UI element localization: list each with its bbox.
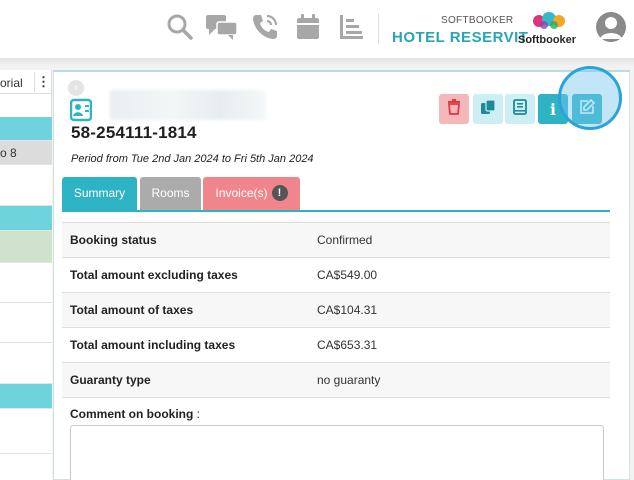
comment-textarea[interactable] [70, 425, 604, 480]
table-row: Guaranty type no guaranty [62, 362, 610, 398]
left-panel-row[interactable] [0, 231, 52, 263]
delete-booking-button[interactable] [439, 94, 469, 124]
comment-label-suffix: : [193, 407, 200, 421]
booking-summary-table: Booking status Confirmed Total amount ex… [62, 222, 610, 398]
detail-value: CA$653.31 [309, 327, 610, 363]
top-bar: SOFTBOOKER HOTEL RESERVIT Softbooker [0, 0, 634, 58]
chat-icon[interactable] [205, 10, 239, 44]
detail-label: Total amount of taxes [62, 292, 309, 328]
table-row: Total amount of taxes CA$104.31 [62, 292, 610, 328]
tab-rooms[interactable]: Rooms [140, 177, 201, 210]
left-panel: orial ⋮ o 8 [0, 70, 52, 480]
edit-booking-button[interactable] [572, 94, 602, 124]
tab-summary[interactable]: Summary [62, 177, 137, 210]
tab-invoices[interactable]: Invoice(s)! [203, 177, 300, 210]
calendar-icon[interactable] [291, 10, 325, 44]
left-panel-row[interactable] [0, 454, 52, 480]
comment-label-text: Comment on booking [70, 407, 194, 421]
guest-name-redacted [110, 90, 266, 120]
left-panel-row[interactable] [0, 263, 52, 303]
detail-value: no guaranty [309, 362, 610, 398]
brand-small-label: SOFTBOOKER [441, 15, 514, 26]
search-icon[interactable] [163, 10, 197, 44]
left-panel-header: orial ⋮ [0, 70, 52, 94]
detail-label: Booking status [62, 222, 309, 258]
booking-notes-button[interactable] [505, 94, 535, 124]
collapse-panel-icon[interactable]: › [68, 80, 84, 96]
header-shadow [0, 58, 634, 66]
booking-number: 58-254111-1814 [71, 123, 197, 142]
left-panel-row[interactable] [0, 165, 52, 206]
left-panel-row[interactable]: o 8 [0, 141, 52, 165]
user-avatar-icon[interactable] [596, 12, 626, 42]
left-panel-row[interactable] [0, 117, 52, 141]
tab-invoices-label: Invoice(s) [215, 186, 268, 200]
booking-period: Period from Tue 2nd Jan 2024 to Fri 5th … [71, 153, 314, 165]
table-row: Booking status Confirmed [62, 222, 610, 258]
booking-tabs: Summary Rooms Invoice(s)! [62, 176, 610, 212]
detail-label: Total amount including taxes [62, 327, 309, 363]
left-panel-row[interactable] [0, 384, 52, 409]
logo-text: Softbooker [518, 34, 577, 46]
header-divider [378, 14, 379, 44]
softbooker-logo: Softbooker [518, 12, 580, 48]
copy-booking-button[interactable] [473, 94, 503, 124]
trash-icon [447, 98, 461, 120]
detail-label: Guaranty type [62, 362, 309, 398]
booking-panel: › 58-254111-1814 Period from Tue 2nd Jan… [53, 66, 630, 480]
left-panel-row[interactable] [0, 206, 52, 231]
detail-value: Confirmed [309, 222, 610, 258]
left-panel-row[interactable] [0, 303, 52, 343]
left-panel-row-text: o 8 [0, 146, 17, 160]
table-row: Total amount including taxes CA$653.31 [62, 327, 610, 363]
booking-card-icon [69, 98, 93, 122]
kebab-menu-icon[interactable]: ⋮ [34, 72, 52, 92]
left-panel-row[interactable] [0, 343, 52, 384]
table-row: Total amount excluding taxes CA$549.00 [62, 257, 610, 293]
edit-icon [579, 98, 596, 120]
book-icon [513, 98, 527, 120]
booking-info-button[interactable]: i [538, 94, 568, 124]
copy-icon [480, 98, 496, 120]
warning-badge-icon: ! [271, 185, 288, 201]
detail-value: CA$104.31 [309, 292, 610, 328]
left-panel-header-label: orial [0, 76, 23, 90]
detail-label: Total amount excluding taxes [62, 257, 309, 293]
chart-icon[interactable] [334, 10, 368, 44]
comment-label: Comment on booking : [70, 407, 200, 421]
phone-icon[interactable] [248, 10, 282, 44]
hotel-name[interactable]: HOTEL RESERVIT [392, 29, 528, 46]
left-panel-row[interactable] [0, 409, 52, 454]
detail-value: CA$549.00 [309, 257, 610, 293]
